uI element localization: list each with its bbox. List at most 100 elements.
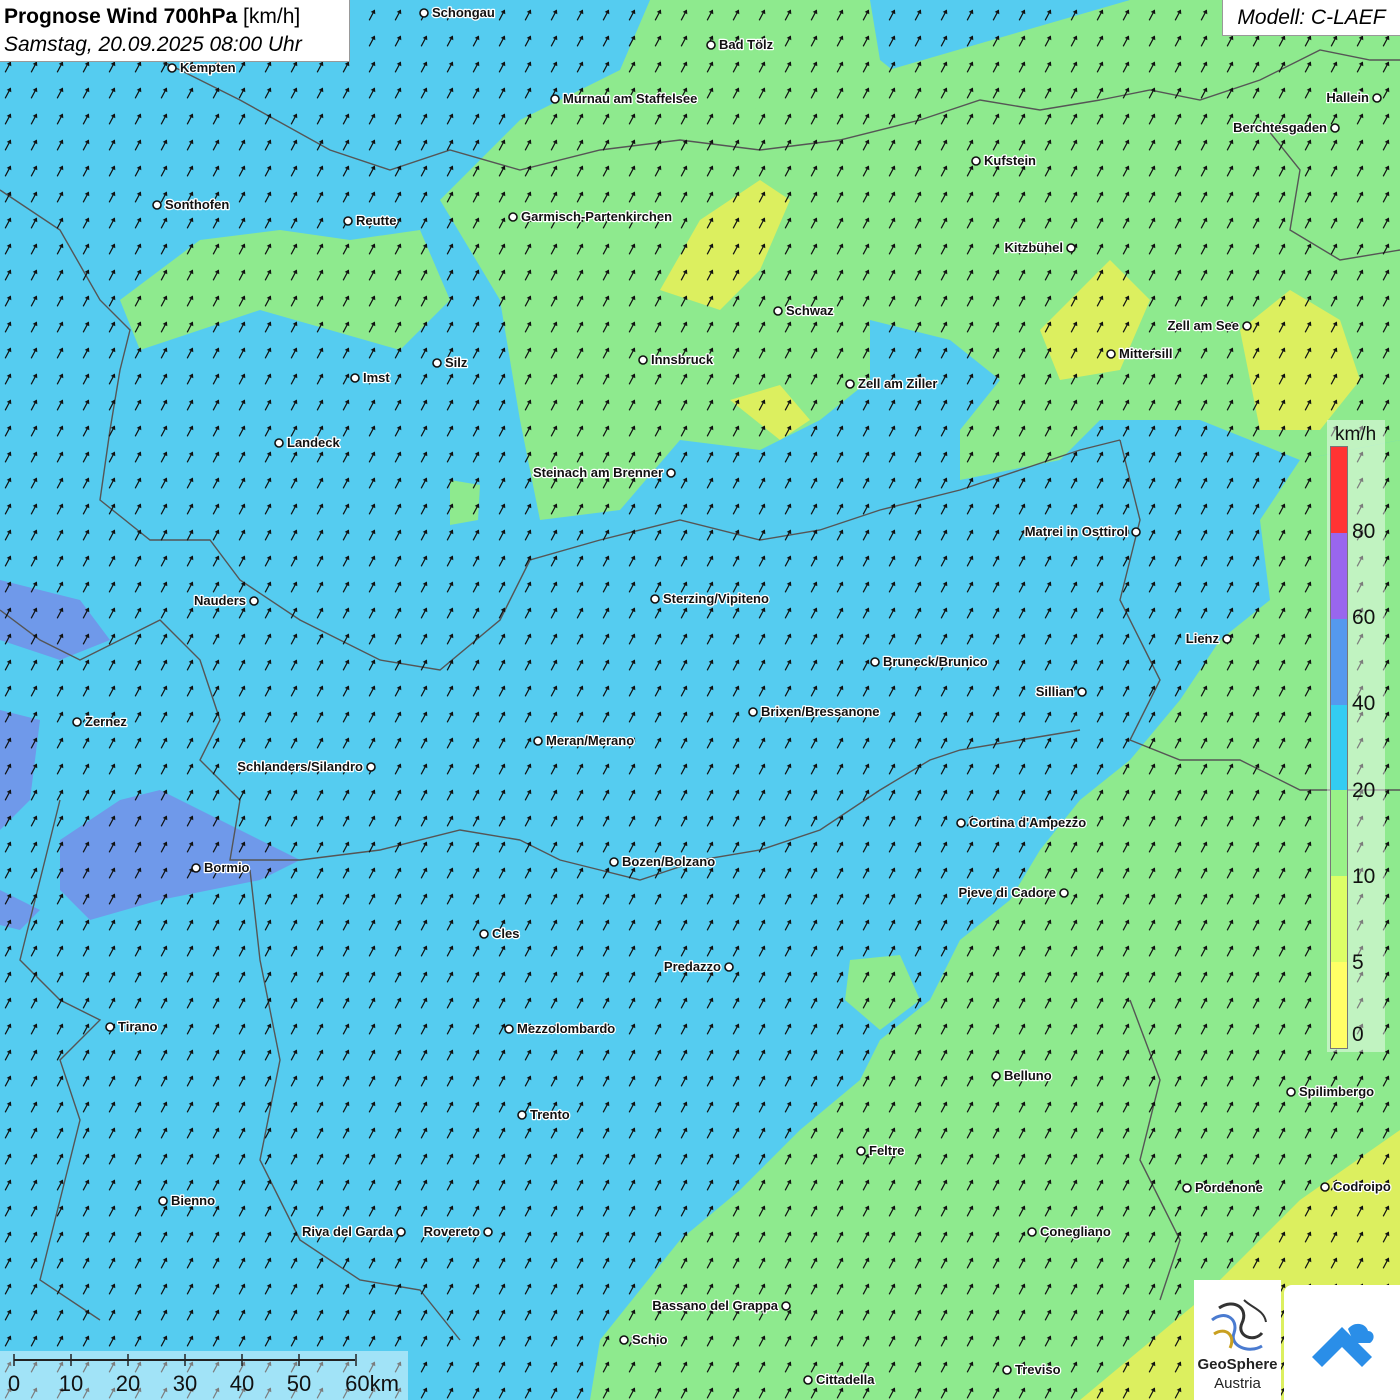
- city-marker[interactable]: Matrei in Osttirol: [1023, 523, 1141, 540]
- city-label: Berchtesgaden: [1233, 120, 1327, 135]
- map-viewport: Schongau Bad Tölz Kempten Murnau am Staffel…: [0, 0, 1400, 1400]
- app-logo[interactable]: [1284, 1285, 1400, 1400]
- city-dot: [1372, 93, 1382, 103]
- city-label: Hallein: [1326, 90, 1369, 105]
- city-marker[interactable]: Sonthofen: [152, 196, 231, 213]
- city-label: Sillian: [1036, 684, 1074, 699]
- scale-bar: 0 10 20 30 40 50 60km: [0, 1351, 408, 1400]
- city-marker[interactable]: Berchtesgaden: [1232, 119, 1340, 136]
- city-marker[interactable]: Cortina d'Ampezzo: [956, 814, 1088, 831]
- city-dot: [856, 1146, 866, 1156]
- city-marker[interactable]: Riva del Garda: [301, 1223, 406, 1240]
- scale-label: 20: [115, 1371, 141, 1396]
- city-marker[interactable]: Schlanders/Silandro: [236, 758, 376, 775]
- city-marker[interactable]: Meran/Merano: [533, 732, 635, 749]
- legend-tick-label: 80: [1352, 520, 1376, 544]
- city-marker[interactable]: Schongau: [419, 4, 496, 21]
- legend-tick-label: 40: [1352, 692, 1376, 716]
- city-dot: [748, 707, 758, 717]
- city-label: Zell am See: [1167, 318, 1239, 333]
- city-dot: [366, 762, 376, 772]
- city-marker[interactable]: Bruneck/Brunico: [870, 653, 989, 670]
- city-label: Tirano: [118, 1019, 158, 1034]
- city-label: Bad Tölz: [719, 37, 774, 52]
- city-label: Trento: [530, 1107, 570, 1122]
- legend-segment: [1331, 876, 1347, 963]
- wind-zone-light: [450, 480, 480, 525]
- city-marker[interactable]: Sterzing/Vipiteno: [650, 590, 770, 607]
- wind-forecast-map: Schongau Bad Tölz Kempten Murnau am Staffel…: [0, 0, 1400, 1400]
- city-dot: [1131, 527, 1141, 537]
- city-dot: [870, 657, 880, 667]
- city-label: Cles: [492, 926, 519, 941]
- city-label: Brixen/Bressanone: [761, 704, 880, 719]
- city-marker[interactable]: Murnau am Staffelsee: [550, 90, 699, 107]
- city-label: Zell am Ziller: [858, 376, 937, 391]
- city-label: Pordenone: [1195, 1180, 1263, 1195]
- city-marker[interactable]: Zell am Ziller: [845, 375, 939, 392]
- city-dot: [956, 818, 966, 828]
- scale-label: 10: [58, 1371, 84, 1396]
- city-label: Spilimbergo: [1299, 1084, 1374, 1099]
- city-dot: [845, 379, 855, 389]
- map-unit: [km/h]: [243, 5, 301, 28]
- city-marker[interactable]: Bozen/Bolzano: [609, 853, 716, 870]
- city-dot: [504, 1024, 514, 1034]
- city-label: Kempten: [180, 60, 236, 75]
- city-label: Reutte: [356, 213, 396, 228]
- city-label: Kitzbühel: [1005, 240, 1064, 255]
- city-marker[interactable]: Bassano del Grappa: [651, 1297, 791, 1314]
- city-dot: [533, 736, 543, 746]
- city-dot: [432, 358, 442, 368]
- city-dot: [803, 1375, 813, 1385]
- city-dot: [72, 717, 82, 727]
- city-label: Belluno: [1004, 1068, 1052, 1083]
- city-marker[interactable]: Innsbruck: [638, 351, 715, 368]
- model-label: Modell: C-LAEF: [1222, 0, 1400, 36]
- city-label: Landeck: [287, 435, 341, 450]
- legend-segment: [1331, 790, 1347, 877]
- city-marker[interactable]: Pordenone: [1182, 1179, 1264, 1196]
- city-dot: [1182, 1183, 1192, 1193]
- city-dot: [517, 1110, 527, 1120]
- city-label: Innsbruck: [651, 352, 714, 367]
- legend-tick-label: 5: [1352, 950, 1364, 974]
- city-label: Steinach am Brenner: [533, 465, 663, 480]
- city-label: Murnau am Staffelsee: [563, 91, 697, 106]
- city-label: Bormio: [204, 860, 250, 875]
- city-label: Schwaz: [786, 303, 834, 318]
- city-dot: [971, 156, 981, 166]
- city-marker[interactable]: Zell am See: [1166, 317, 1252, 334]
- legend-tick-label: 10: [1352, 864, 1376, 888]
- city-label: Cortina d'Ampezzo: [969, 815, 1086, 830]
- city-label: Bienno: [171, 1193, 215, 1208]
- city-label: Pieve di Cadore: [958, 885, 1056, 900]
- geosphere-logo[interactable]: GeoSphere Austria: [1194, 1280, 1281, 1400]
- city-label: Schio: [632, 1332, 667, 1347]
- city-dot: [991, 1071, 1001, 1081]
- city-dot: [105, 1022, 115, 1032]
- city-label: Silz: [445, 355, 468, 370]
- city-marker[interactable]: Brixen/Bressanone: [748, 703, 881, 720]
- city-label: Garmisch-Partenkirchen: [521, 209, 672, 224]
- city-label: Meran/Merano: [546, 733, 634, 748]
- city-label: Schlanders/Silandro: [237, 759, 363, 774]
- city-label: Codroipo: [1333, 1179, 1391, 1194]
- city-dot: [167, 63, 177, 73]
- legend-segment: [1331, 618, 1347, 705]
- city-dot: [1066, 243, 1076, 253]
- city-dot: [609, 857, 619, 867]
- city-marker[interactable]: Pieve di Cadore: [957, 884, 1069, 901]
- city-marker[interactable]: Garmisch-Partenkirchen: [508, 208, 673, 225]
- city-dot: [479, 929, 489, 939]
- city-label: Sterzing/Vipiteno: [663, 591, 769, 606]
- city-label: Mezzolombardo: [517, 1021, 615, 1036]
- city-dot: [638, 355, 648, 365]
- logo-line2: Austria: [1214, 1375, 1261, 1392]
- city-marker[interactable]: Conegliano: [1027, 1223, 1112, 1240]
- city-marker[interactable]: Spilimbergo: [1286, 1083, 1375, 1100]
- city-dot: [650, 594, 660, 604]
- city-label: Conegliano: [1040, 1224, 1111, 1239]
- city-marker[interactable]: Mezzolombardo: [504, 1020, 617, 1037]
- city-marker[interactable]: Steinach am Brenner: [532, 464, 676, 481]
